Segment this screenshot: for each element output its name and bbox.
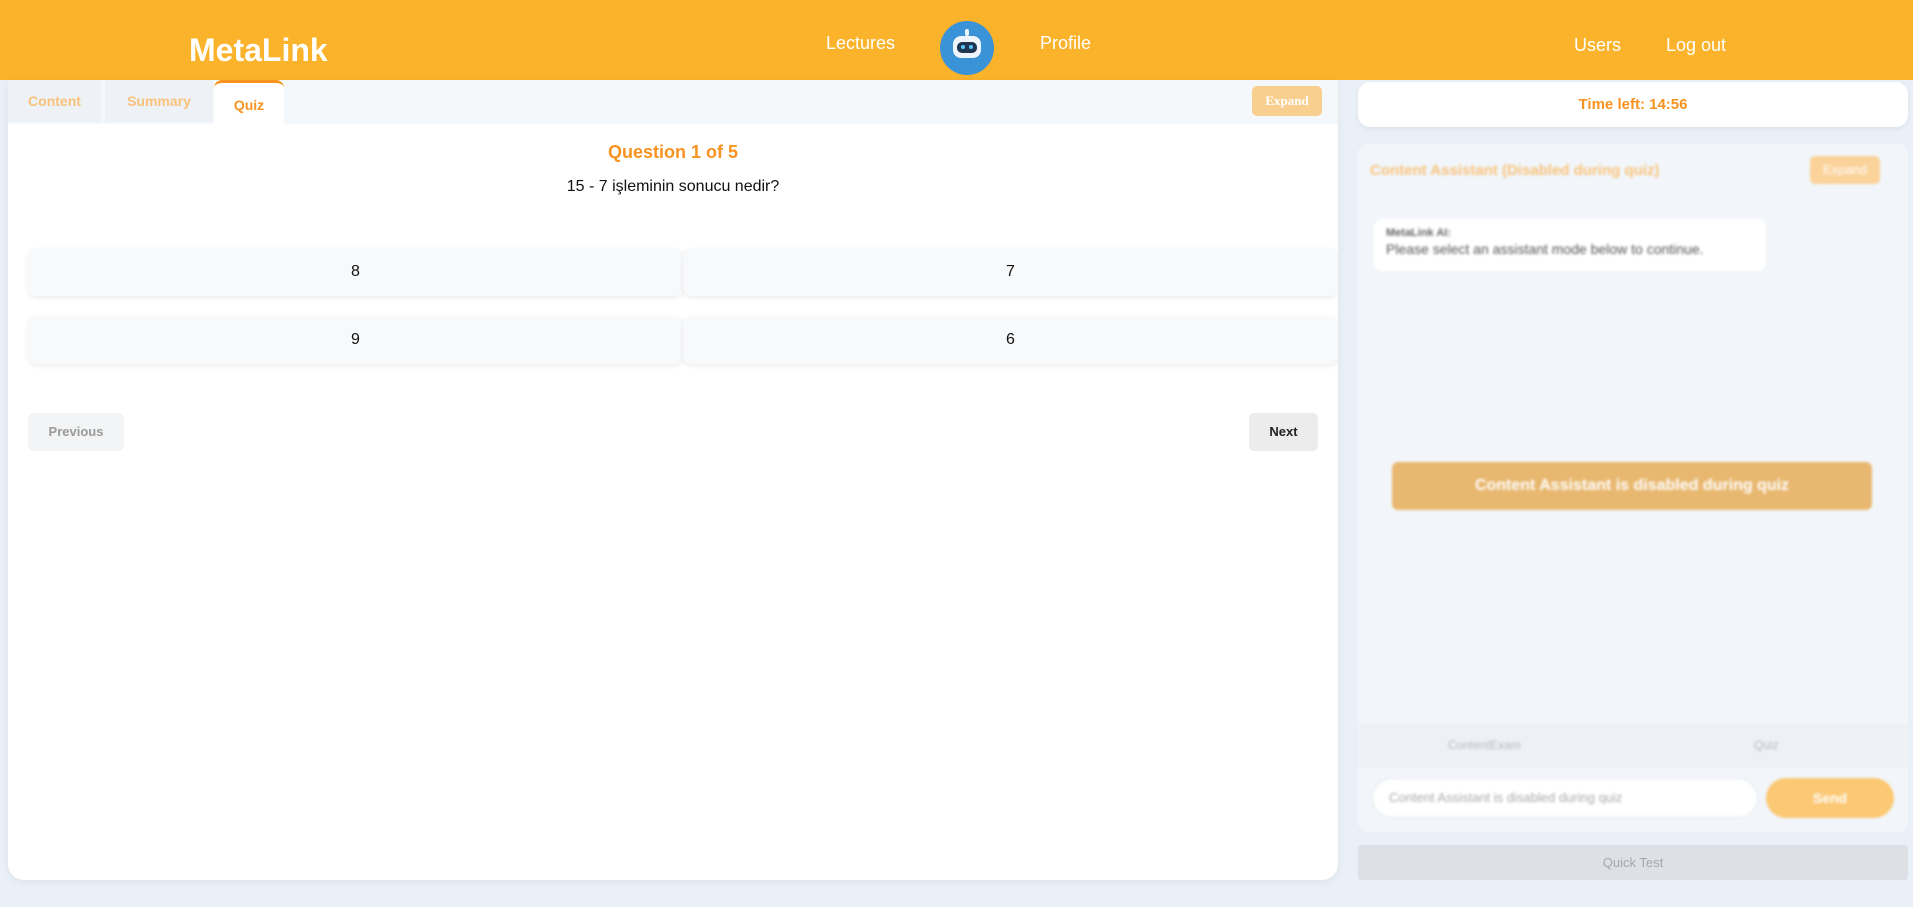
tab-content[interactable]: Content (8, 80, 101, 122)
quiz-timer: Time left: 14:56 (1358, 82, 1908, 127)
previous-button[interactable]: Previous (28, 413, 124, 451)
question-text: 15 - 7 işleminin sonucu nedir? (566, 178, 780, 195)
next-button[interactable]: Next (1249, 413, 1318, 451)
brand-logo-text[interactable]: MetaLink (189, 32, 328, 69)
nav-lectures-link[interactable]: Lectures (826, 33, 895, 54)
send-button: Send (1766, 778, 1894, 818)
tab-summary[interactable]: Summary (105, 80, 213, 122)
assistant-disabled-banner: Content Assistant is disabled during qui… (1392, 462, 1872, 510)
mode-option-quiz: Quiz (1754, 738, 1779, 752)
answer-option[interactable]: 6 (683, 316, 1338, 364)
lecture-panel: Content Summary Quiz Expand Question 1 o… (8, 80, 1338, 880)
assistant-mode-bar: ContentExam Quiz (1358, 724, 1908, 768)
assistant-title: Content Assistant (Disabled during quiz) (1370, 162, 1660, 179)
robot-icon[interactable] (940, 21, 994, 75)
answer-option[interactable]: 9 (28, 316, 683, 364)
question-progress: Question 1 of 5 (607, 142, 739, 162)
content-assistant-panel: Content Assistant (Disabled during quiz)… (1358, 144, 1908, 832)
expand-button[interactable]: Expand (1252, 86, 1322, 116)
nav-users-link[interactable]: Users (1574, 35, 1621, 56)
assistant-message: MetaLink AI: Please select an assistant … (1374, 219, 1766, 271)
message-sender: MetaLink AI: (1386, 227, 1451, 239)
tab-quiz[interactable]: Quiz (214, 80, 284, 124)
answer-option[interactable]: 7 (683, 248, 1338, 296)
message-text: Please select an assistant mode below to… (1386, 241, 1704, 257)
tab-bar: Content Summary Quiz Expand (8, 80, 1338, 124)
mode-option-content-exam: ContentExam (1448, 738, 1521, 752)
top-navbar: MetaLink Lectures Profile Users Log out (0, 0, 1913, 80)
answer-option[interactable]: 8 (28, 248, 683, 296)
nav-profile-link[interactable]: Profile (1040, 33, 1091, 54)
assistant-chat-input: Content Assistant is disabled during qui… (1372, 778, 1758, 818)
assistant-expand-button: Expand (1810, 156, 1880, 184)
nav-logout-link[interactable]: Log out (1666, 35, 1726, 56)
quick-test-button[interactable]: Quick Test (1358, 845, 1908, 880)
